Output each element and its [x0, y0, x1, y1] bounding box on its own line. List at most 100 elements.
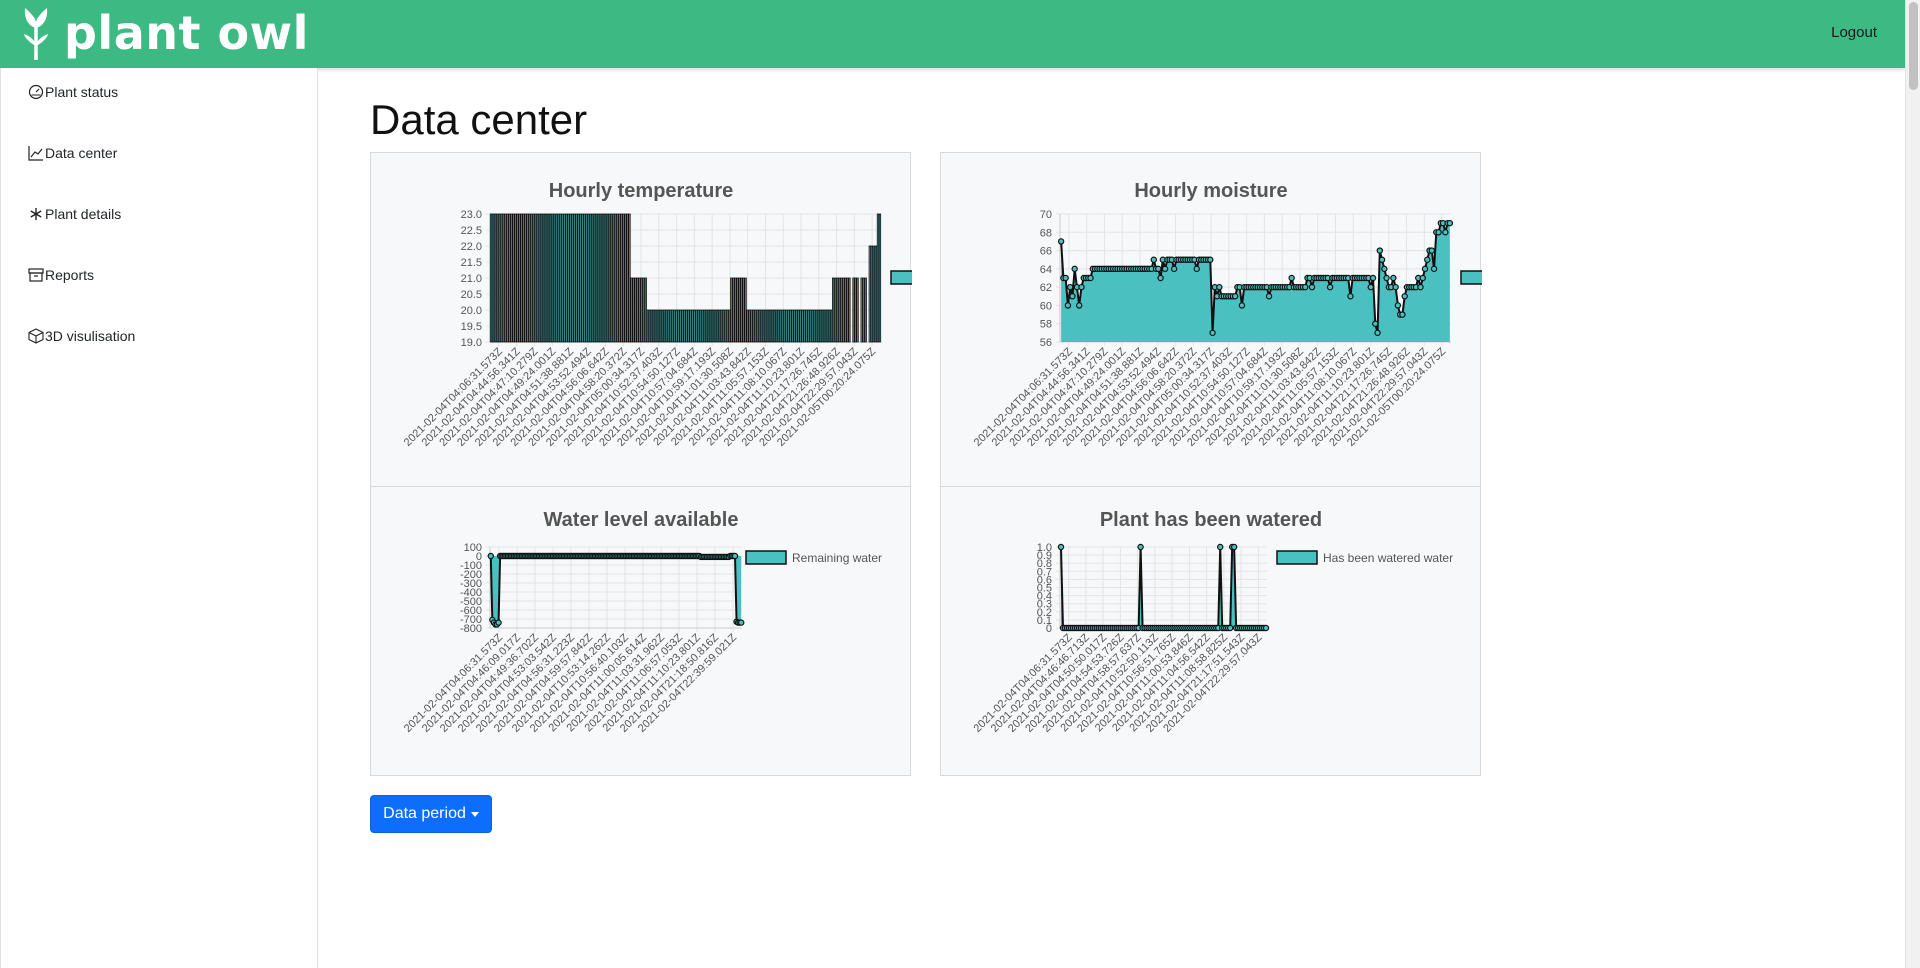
legend-swatch: [1276, 550, 1318, 565]
data-period-dropdown[interactable]: Data period: [370, 795, 492, 833]
brand-logo[interactable]: plant owl: [20, 6, 309, 60]
bar: [577, 213, 580, 343]
bar: [687, 309, 690, 343]
data-point: [1367, 283, 1374, 291]
data-point: [1381, 265, 1388, 273]
bar: [693, 309, 696, 343]
data-point: [1446, 219, 1454, 227]
data-point: [1155, 265, 1162, 273]
bar: [846, 277, 849, 343]
bar: [563, 213, 566, 343]
data-point: [1087, 274, 1094, 282]
y-tick-label: 60: [1040, 300, 1052, 312]
bar: [618, 213, 621, 343]
bar: [803, 309, 806, 343]
series-line: [489, 555, 742, 626]
bar: [612, 213, 615, 343]
top-navbar: plant owl Logout: [0, 0, 1905, 68]
bar: [540, 213, 544, 343]
scrollbar-thumb[interactable]: [1909, 2, 1918, 90]
sidebar-item-plant-details[interactable]: Plant details: [28, 206, 121, 222]
bar: [852, 277, 855, 343]
data-point: [1419, 274, 1426, 282]
bar: [605, 213, 609, 343]
y-tick-label: 66: [1040, 246, 1052, 258]
y-tick-label: 62: [1040, 282, 1052, 294]
bar: [646, 309, 649, 343]
bar: [848, 277, 851, 343]
area-fill: [490, 556, 742, 625]
bar: [614, 213, 617, 343]
bar: [819, 309, 823, 343]
chart-title: Hourly moisture: [1134, 180, 1287, 202]
brand-name: plant owl: [64, 6, 309, 60]
bar: [652, 309, 656, 343]
bar: [872, 245, 875, 343]
data-point: [1390, 274, 1397, 282]
sidebar-item-plant-status[interactable]: Plant status: [28, 84, 118, 100]
sidebar-item-label: 3D visulisation: [45, 328, 136, 344]
data-point: [1238, 302, 1246, 309]
bar: [715, 309, 719, 343]
data-point: [1326, 283, 1334, 291]
y-tick-label: 70: [1040, 209, 1052, 221]
bar: [534, 213, 537, 343]
chart-title: Plant has been watered: [1100, 509, 1322, 531]
data-point: [1435, 229, 1442, 236]
y-tick-label: 56: [1040, 337, 1052, 349]
sidebar: Plant status Data center Plant details R…: [0, 68, 318, 968]
legend-swatch: [745, 550, 787, 565]
data-point: [1137, 543, 1144, 551]
data-point: [1347, 293, 1354, 300]
bar: [791, 309, 794, 343]
data-point: [1231, 293, 1239, 300]
page-scrollbar[interactable]: [1905, 0, 1920, 968]
sidebar-item-reports[interactable]: Reports: [28, 267, 94, 283]
bar: [876, 213, 880, 343]
bar: [595, 213, 599, 343]
data-point: [1161, 265, 1169, 273]
bar: [764, 309, 768, 343]
y-tick-label: 64: [1040, 264, 1052, 276]
bar: [642, 277, 645, 343]
logout-link[interactable]: Logout: [1831, 24, 1877, 41]
bar: [571, 213, 574, 343]
bar: [740, 277, 743, 343]
bar: [862, 277, 865, 343]
bar: [557, 213, 560, 343]
y-tick-label: 19.0: [461, 337, 482, 349]
bar: [711, 309, 715, 343]
bar: [616, 213, 619, 343]
bar: [644, 277, 647, 343]
legend-swatch: [890, 270, 912, 285]
bar: [510, 213, 513, 343]
bar: [569, 213, 572, 343]
chart-legend: [890, 270, 912, 285]
bar: [583, 213, 586, 343]
data-point: [1442, 229, 1449, 236]
chart-svg: Hourly temperature 23.0 22.5 22.0 21.5 21.0 20…: [402, 180, 912, 449]
sidebar-item-data-center[interactable]: Data center: [28, 145, 117, 161]
bar: [544, 213, 548, 343]
bar: [632, 277, 635, 343]
bar: [683, 309, 686, 343]
sidebar-item-label: Plant details: [45, 206, 122, 222]
sidebar-item-3d-visualisation[interactable]: 3D visulisation: [28, 328, 135, 344]
bar: [868, 245, 871, 343]
bar: [538, 213, 542, 343]
bar: [589, 213, 592, 343]
data-point: [1064, 302, 1072, 309]
chart-card-watered: Plant has been watered 1.0 0.9 0.8 0.7 0.6 0.5…: [940, 486, 1481, 776]
bar: [836, 277, 839, 343]
bar: [730, 277, 733, 343]
data-point: [1421, 265, 1429, 273]
bar: [579, 213, 582, 343]
caret-down-icon: [470, 811, 479, 817]
bar: [597, 213, 601, 343]
bar: [599, 213, 603, 343]
bar: [673, 309, 676, 343]
bar: [709, 309, 713, 343]
bar: [536, 213, 539, 343]
bar: [624, 213, 627, 343]
bar: [738, 277, 741, 343]
